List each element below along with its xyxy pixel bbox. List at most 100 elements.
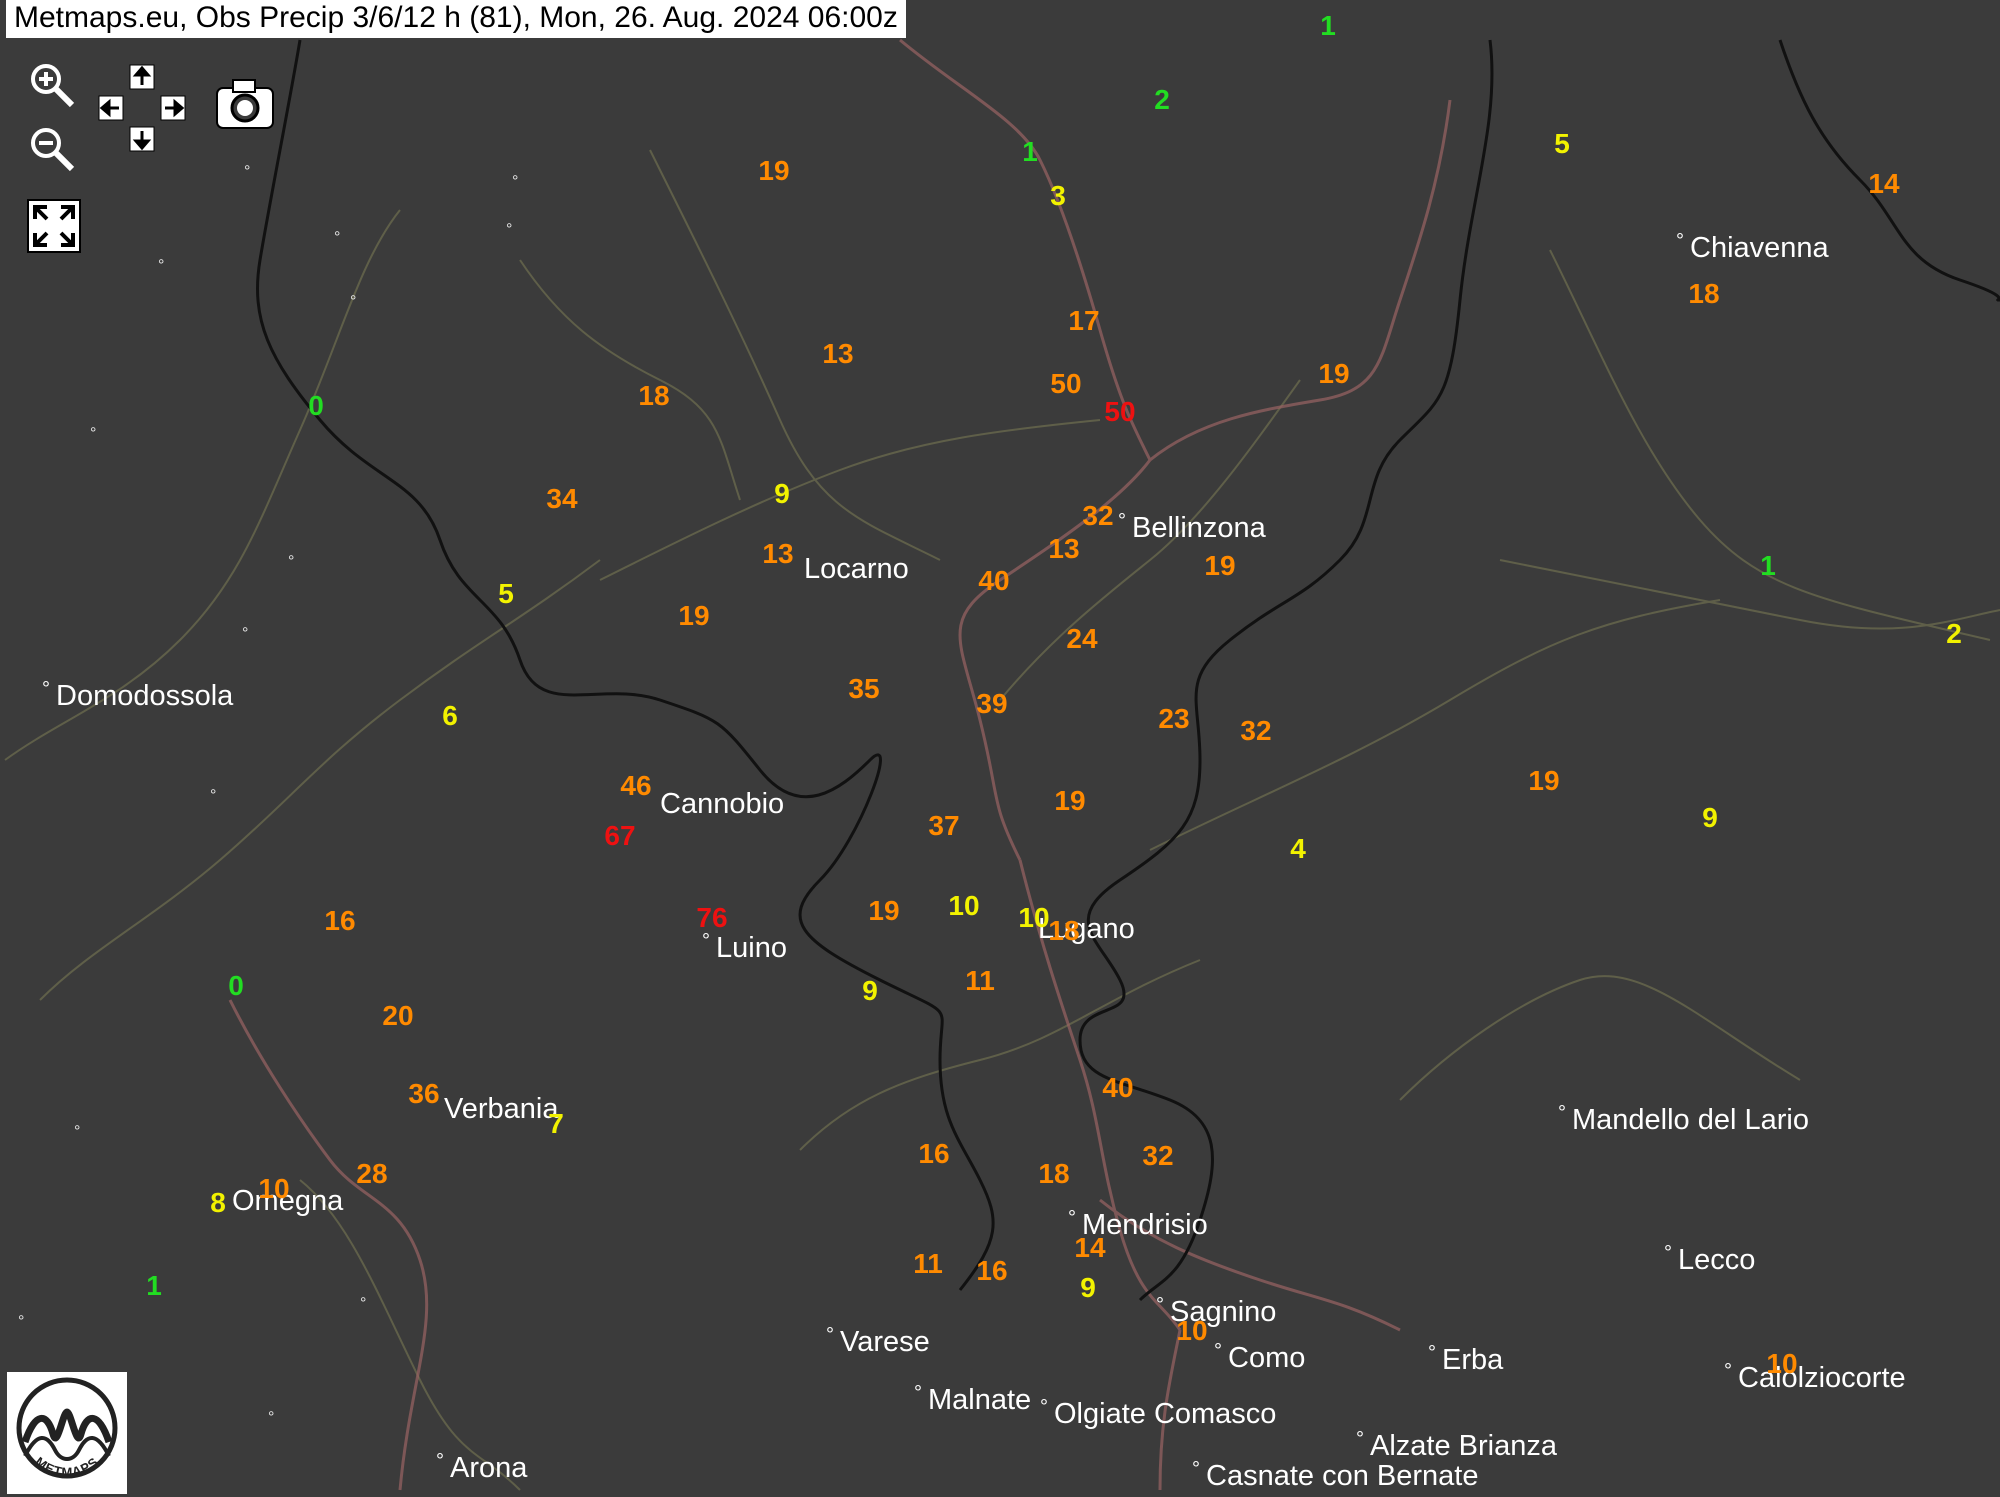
precip-value: 19: [758, 155, 790, 186]
screenshot-button[interactable]: [212, 74, 278, 134]
station-dot: °: [90, 425, 97, 442]
precip-value: 11: [913, 1248, 943, 1279]
precip-value: 3: [1050, 180, 1066, 211]
precip-value: 10: [1176, 1315, 1208, 1346]
precip-value: 18: [638, 380, 670, 411]
precip-value: 67: [604, 820, 636, 851]
precip-value: 10: [948, 890, 980, 921]
precip-value: 19: [1318, 358, 1350, 389]
precip-value: 5: [498, 578, 514, 609]
precip-value: 4: [1290, 833, 1306, 864]
station-dot: °: [350, 293, 357, 310]
city-label: ° Mandello del Lario: [1558, 1102, 1809, 1136]
pan-control[interactable]: [96, 62, 188, 154]
station-dot: °: [334, 229, 341, 246]
station-dot: °: [74, 1123, 81, 1140]
precip-value: 19: [1054, 785, 1086, 816]
station-dot: °: [242, 625, 249, 642]
station-dot: °: [210, 787, 217, 804]
precip-value: 32: [1142, 1140, 1174, 1171]
precip-value: 5: [1554, 128, 1570, 159]
fullscreen-button[interactable]: [26, 198, 82, 254]
precip-value: 32: [1082, 500, 1114, 531]
station-dot: °: [506, 221, 513, 238]
precip-value: 18: [1688, 278, 1720, 309]
precip-value: 46: [620, 770, 652, 801]
precip-value: 1: [1022, 136, 1038, 167]
precip-value: 16: [918, 1138, 950, 1169]
precip-value: 16: [976, 1255, 1008, 1286]
precip-value: 32: [1240, 715, 1272, 746]
city-label: ° Olgiate Comasco: [1040, 1396, 1277, 1430]
city-label: ° Domodossola: [42, 678, 234, 712]
precip-value: 19: [1204, 550, 1236, 581]
station-dot: °: [512, 173, 519, 190]
precip-value: 7: [548, 1108, 564, 1139]
precip-value: 8: [210, 1187, 226, 1218]
precip-value: 18: [1038, 1158, 1070, 1189]
city-label: ° Malnate: [914, 1382, 1032, 1416]
precip-value: 13: [1048, 533, 1080, 564]
camera-icon: [216, 79, 274, 129]
precip-value: 28: [356, 1158, 388, 1189]
precip-value: 37: [928, 810, 960, 841]
precip-value: 34: [546, 483, 578, 514]
precip-value: 40: [978, 565, 1010, 596]
precip-value: 17: [1068, 305, 1100, 336]
precip-value: 50: [1050, 368, 1082, 399]
precip-value: 1: [146, 1270, 162, 1301]
precip-value: 39: [976, 688, 1008, 719]
zoom-out-button[interactable]: [24, 122, 80, 174]
zoom-in-icon: [31, 64, 75, 108]
city-label: ° Sagnino: [1156, 1294, 1277, 1328]
precip-value: 1: [1760, 550, 1776, 581]
metmaps-logo[interactable]: METMAPS: [7, 1372, 127, 1494]
city-label: ° Lecco: [1664, 1242, 1756, 1276]
map-canvas[interactable]: Metmaps.eu, Obs Precip 3/6/12 h (81), Mo…: [0, 0, 2000, 1497]
city-label: Locarno: [804, 553, 909, 585]
precip-value: 10: [1766, 1348, 1798, 1379]
precip-value: 20: [382, 1000, 414, 1031]
fullscreen-icon: [27, 199, 81, 253]
precip-value: 24: [1066, 623, 1098, 654]
zoom-out-icon: [31, 128, 75, 172]
precip-value: 9: [774, 478, 790, 509]
precip-value: 19: [868, 895, 900, 926]
precip-value: 2: [1154, 84, 1170, 115]
city-label: ° Bellinzona: [1118, 510, 1266, 544]
zoom-in-button[interactable]: [24, 58, 80, 110]
city-label: ° Chiavenna: [1676, 230, 1829, 264]
station-dot: °: [268, 1409, 275, 1426]
precip-value: 76: [696, 902, 728, 933]
station-dot: °: [360, 1295, 367, 1312]
precip-value: 40: [1102, 1072, 1134, 1103]
precip-value: 14: [1074, 1232, 1106, 1263]
station-dot: °: [158, 257, 165, 274]
city-label: ° Varese: [826, 1324, 930, 1358]
precip-value: 2: [1946, 618, 1962, 649]
precip-value: 6: [442, 700, 458, 731]
city-label: ° Calolziocorte: [1724, 1360, 1906, 1394]
station-dot: °: [244, 163, 251, 180]
precip-value: 36: [408, 1078, 440, 1109]
precip-value: 1: [1320, 10, 1336, 41]
city-label: ° Como: [1214, 1340, 1306, 1374]
station-dot: °: [18, 1313, 25, 1330]
precip-value: 9: [862, 975, 878, 1006]
precip-value: 14: [1868, 168, 1900, 199]
precip-value: 11: [965, 965, 995, 996]
city-label: ° Erba: [1428, 1342, 1504, 1376]
precip-value: 10: [1018, 902, 1050, 933]
precip-value: 50: [1104, 396, 1136, 427]
city-label: ° Arona: [436, 1450, 528, 1484]
precip-value: 18: [1048, 915, 1080, 946]
map-title: Metmaps.eu, Obs Precip 3/6/12 h (81), Mo…: [6, 0, 906, 38]
precip-value: 19: [678, 600, 710, 631]
precip-value: 35: [848, 673, 880, 704]
city-label: Cannobio: [660, 788, 785, 820]
precip-value: 0: [308, 390, 324, 421]
city-label: ° Casnate con Bernate: [1192, 1458, 1479, 1492]
precip-value: 13: [822, 338, 854, 369]
pan-arrows-icon: [98, 64, 186, 152]
station-dot: °: [288, 553, 295, 570]
